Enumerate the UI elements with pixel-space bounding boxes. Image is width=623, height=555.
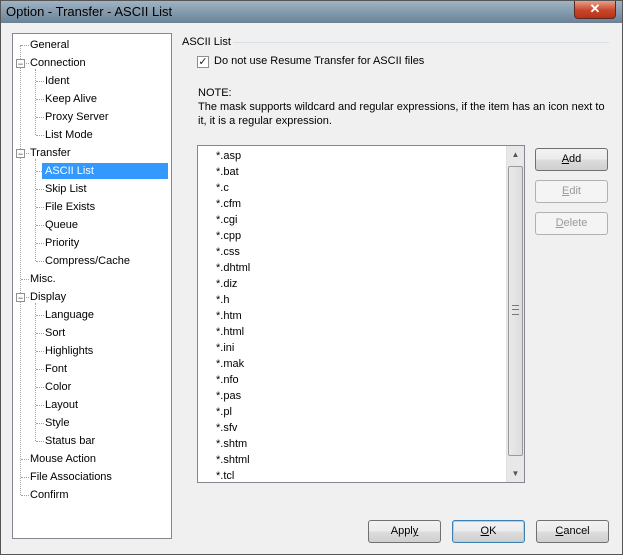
list-scrollbar[interactable]: ▲ ▼ (506, 146, 524, 482)
close-button[interactable]: ✕ (574, 1, 616, 19)
add-button[interactable]: Add (535, 148, 608, 171)
mask-list[interactable]: *.asp *.bat *.c *.cfm *.cgi *.cpp *.css *.dhtml… (197, 145, 525, 483)
close-icon: ✕ (589, 1, 601, 16)
tree-item[interactable]: List Mode (42, 127, 96, 143)
tree-item[interactable]: Connection (27, 55, 89, 71)
tree-item[interactable]: Queue (42, 217, 81, 233)
title-bar[interactable]: Option - Transfer - ASCII List ✕ (1, 1, 622, 23)
collapse-icon[interactable]: − (16, 149, 25, 159)
group-divider (233, 42, 609, 43)
collapse-icon[interactable]: − (16, 293, 25, 303)
tree-branch-line (35, 159, 36, 261)
options-dialog: Option - Transfer - ASCII List ✕ General… (0, 0, 623, 555)
list-item[interactable]: *.css (216, 244, 240, 260)
tree-item[interactable]: Compress/Cache (42, 253, 133, 269)
list-item[interactable]: *.pas (216, 388, 241, 404)
tree-item[interactable]: Transfer (27, 145, 74, 161)
tree-item[interactable]: ASCII List (42, 163, 168, 179)
tree-item[interactable]: Misc. (27, 271, 59, 287)
ok-mnemonic: O (480, 525, 490, 537)
tree-item[interactable]: General (27, 37, 72, 53)
tree-item[interactable]: Confirm (27, 487, 72, 503)
edit-label: dit (569, 185, 581, 197)
list-item[interactable]: *.nfo (216, 372, 239, 388)
list-item[interactable]: *.bat (216, 164, 239, 180)
list-item[interactable]: *.h (216, 292, 229, 308)
edit-button[interactable]: Edit (535, 180, 608, 203)
list-item[interactable]: *.sfv (216, 420, 237, 436)
list-item[interactable]: *.c (216, 180, 229, 196)
tree-branch-line (35, 303, 36, 441)
tree-branch-line (35, 69, 36, 135)
list-item[interactable]: *.html (216, 324, 244, 340)
grip-icon (512, 305, 519, 315)
tree-item[interactable]: Priority (42, 235, 82, 251)
list-item[interactable]: *.mak (216, 356, 244, 372)
list-item[interactable]: *.cgi (216, 212, 237, 228)
resume-checkbox-label[interactable]: Do not use Resume Transfer for ASCII fil… (214, 55, 424, 67)
options-tree[interactable]: General − Connection Ident Keep Alive Proxy S… (12, 33, 172, 539)
tree-item[interactable]: Language (42, 307, 97, 323)
add-label: dd (569, 153, 582, 165)
scroll-up-icon[interactable]: ▲ (507, 146, 524, 163)
list-item[interactable]: *.shtm (216, 436, 247, 452)
collapse-icon[interactable]: − (16, 59, 25, 69)
tree-item[interactable]: Highlights (42, 343, 96, 359)
ok-button[interactable]: OK (452, 520, 525, 543)
apply-label-pre: Appl (390, 525, 413, 537)
window-title: Option - Transfer - ASCII List (6, 4, 173, 19)
list-item[interactable]: *.diz (216, 276, 237, 292)
scroll-thumb[interactable] (508, 166, 523, 456)
list-item[interactable]: *.tcl (216, 468, 234, 482)
note-text: The mask supports wildcard and regular e… (198, 101, 605, 127)
tree-item[interactable]: Proxy Server (42, 109, 112, 125)
tree-root-line (20, 45, 21, 495)
delete-button[interactable]: Delete (535, 212, 608, 235)
list-item[interactable]: *.asp (216, 148, 241, 164)
tree-item[interactable]: Status bar (42, 433, 98, 449)
list-item[interactable]: *.htm (216, 308, 242, 324)
group-title: ASCII List (182, 36, 231, 48)
list-item[interactable]: *.cfm (216, 196, 241, 212)
tree-item[interactable]: File Exists (42, 199, 98, 215)
tree-item[interactable]: Color (42, 379, 74, 395)
resume-checkbox[interactable]: ✓ (197, 56, 209, 68)
note-title: NOTE: (198, 87, 232, 99)
delete-mnemonic: D (555, 217, 564, 229)
checkmark-icon: ✓ (198, 56, 208, 68)
list-item[interactable]: *.cpp (216, 228, 241, 244)
tree-item[interactable]: Display (27, 289, 69, 305)
tree-item[interactable]: Font (42, 361, 70, 377)
tree-item[interactable]: Ident (42, 73, 72, 89)
list-item[interactable]: *.ini (216, 340, 234, 356)
list-item[interactable]: *.dhtml (216, 260, 250, 276)
tree-item[interactable]: Mouse Action (27, 451, 99, 467)
scroll-down-icon[interactable]: ▼ (507, 465, 524, 482)
tree-item[interactable]: Keep Alive (42, 91, 100, 107)
tree-item[interactable]: Skip List (42, 181, 90, 197)
add-mnemonic: A (561, 153, 570, 165)
delete-label: elete (563, 217, 588, 229)
apply-mnemonic: y (412, 525, 419, 537)
tree-item[interactable]: Sort (42, 325, 68, 341)
list-item[interactable]: *.pl (216, 404, 232, 420)
tree-item[interactable]: Layout (42, 397, 81, 413)
cancel-label-post: ancel (563, 525, 590, 537)
tree-item[interactable]: File Associations (27, 469, 115, 485)
ok-label-post: K (489, 525, 497, 537)
apply-button[interactable]: Apply (368, 520, 441, 543)
cancel-button[interactable]: Cancel (536, 520, 609, 543)
tree-item[interactable]: Style (42, 415, 72, 431)
list-item[interactable]: *.shtml (216, 452, 250, 468)
